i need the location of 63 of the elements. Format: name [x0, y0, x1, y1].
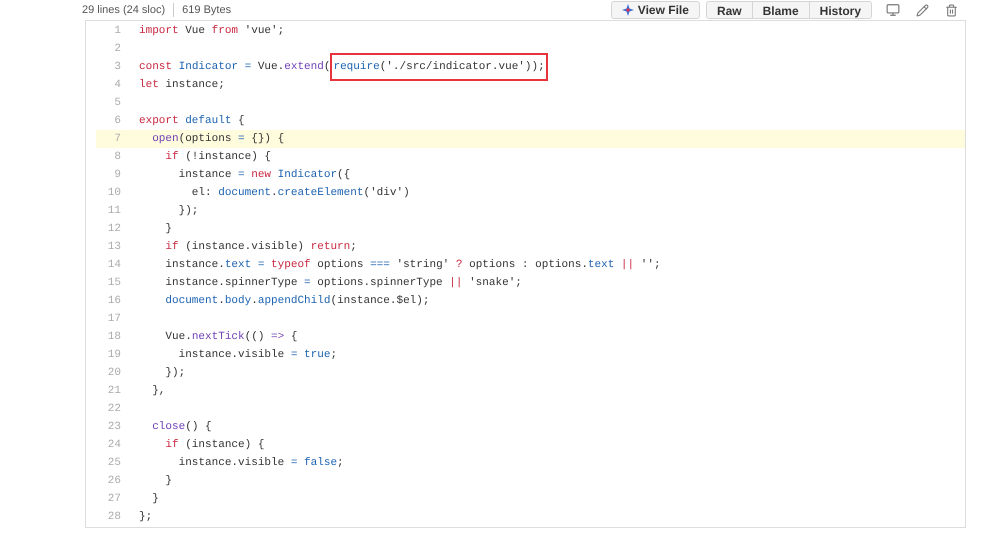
- code-text: if (instance) {: [164, 438, 264, 453]
- line-number: 22: [106, 402, 121, 417]
- code-text: }: [151, 492, 159, 507]
- line-number: 12: [106, 222, 121, 237]
- line-number: 14: [106, 258, 121, 273]
- line-number: 9: [113, 168, 121, 183]
- toolbar-button[interactable]: History: [808, 1, 872, 19]
- code-text: if (!instance) {: [164, 150, 272, 165]
- line-number: 8: [113, 150, 121, 165]
- line-number: 23: [106, 420, 121, 435]
- code-text: },: [151, 384, 166, 399]
- code-text: import Vue from 'vue';: [139, 24, 284, 39]
- delete-icon[interactable]: [945, 4, 958, 16]
- code-text: open(options = {}) {: [151, 132, 284, 147]
- toolbar-button[interactable]: Raw: [706, 1, 753, 19]
- line-number: 24: [106, 438, 121, 453]
- monitor-icon[interactable]: [886, 3, 900, 17]
- line-number: 18: [106, 330, 121, 345]
- file-size: 619 Bytes: [182, 2, 232, 18]
- line-number: 27: [106, 492, 121, 507]
- line-number: 3: [113, 60, 121, 75]
- code-text: }: [164, 474, 172, 489]
- view-file-button[interactable]: View File: [610, 1, 700, 19]
- line-number: 25: [106, 456, 121, 471]
- code-text: close() {: [151, 420, 212, 435]
- code-text: export default {: [139, 114, 245, 129]
- code-text: Vue.nextTick(() => {: [164, 330, 298, 345]
- line-number: 2: [113, 42, 121, 57]
- line-number: 21: [106, 384, 121, 399]
- line-count: 29 lines (24 sloc): [82, 2, 166, 18]
- code-text: const Indicator = Vue.extend(: [139, 60, 330, 75]
- code-text: });: [164, 366, 186, 381]
- code-text: instance.visible = false;: [178, 456, 344, 471]
- line-number: 4: [113, 78, 121, 93]
- code-text: instance.text = typeof options === 'string' ? options : options.text || '';: [164, 258, 661, 273]
- line-number: 20: [106, 366, 121, 381]
- code-text: instance.visible = true;: [178, 348, 338, 363]
- line-number: 28: [106, 510, 121, 525]
- line-number: 16: [106, 294, 121, 309]
- line-number: 1: [113, 24, 121, 39]
- code-text: el: document.createElement('div'): [190, 186, 410, 201]
- code-text: instance = new Indicator({: [178, 168, 350, 183]
- code-text: };: [139, 510, 152, 525]
- toolbar-button[interactable]: Blame: [752, 1, 810, 19]
- line-number: 11: [106, 204, 121, 219]
- line-number: 17: [106, 312, 121, 327]
- code-text: instance.spinnerType = options.spinnerType || 'snake';: [164, 276, 522, 291]
- line-number: 15: [106, 276, 121, 291]
- star-icon: [622, 4, 634, 16]
- line-number: 5: [113, 96, 121, 111]
- line-number: 26: [106, 474, 121, 489]
- line-number: 6: [113, 114, 121, 129]
- edit-icon[interactable]: [916, 4, 929, 16]
- code-text: if (instance.visible) return;: [164, 240, 357, 255]
- code-text: }: [164, 222, 172, 237]
- line-number: 19: [106, 348, 121, 363]
- code-text: document.body.appendChild(instance.$el);: [164, 294, 430, 309]
- annotated-code: require('./src/indicator.vue'));: [330, 52, 548, 82]
- code-text: });: [178, 204, 198, 219]
- code-text: let instance;: [139, 78, 225, 93]
- line-number: 10: [106, 186, 121, 201]
- line-number: 7: [113, 132, 121, 147]
- line-number: 13: [106, 240, 121, 255]
